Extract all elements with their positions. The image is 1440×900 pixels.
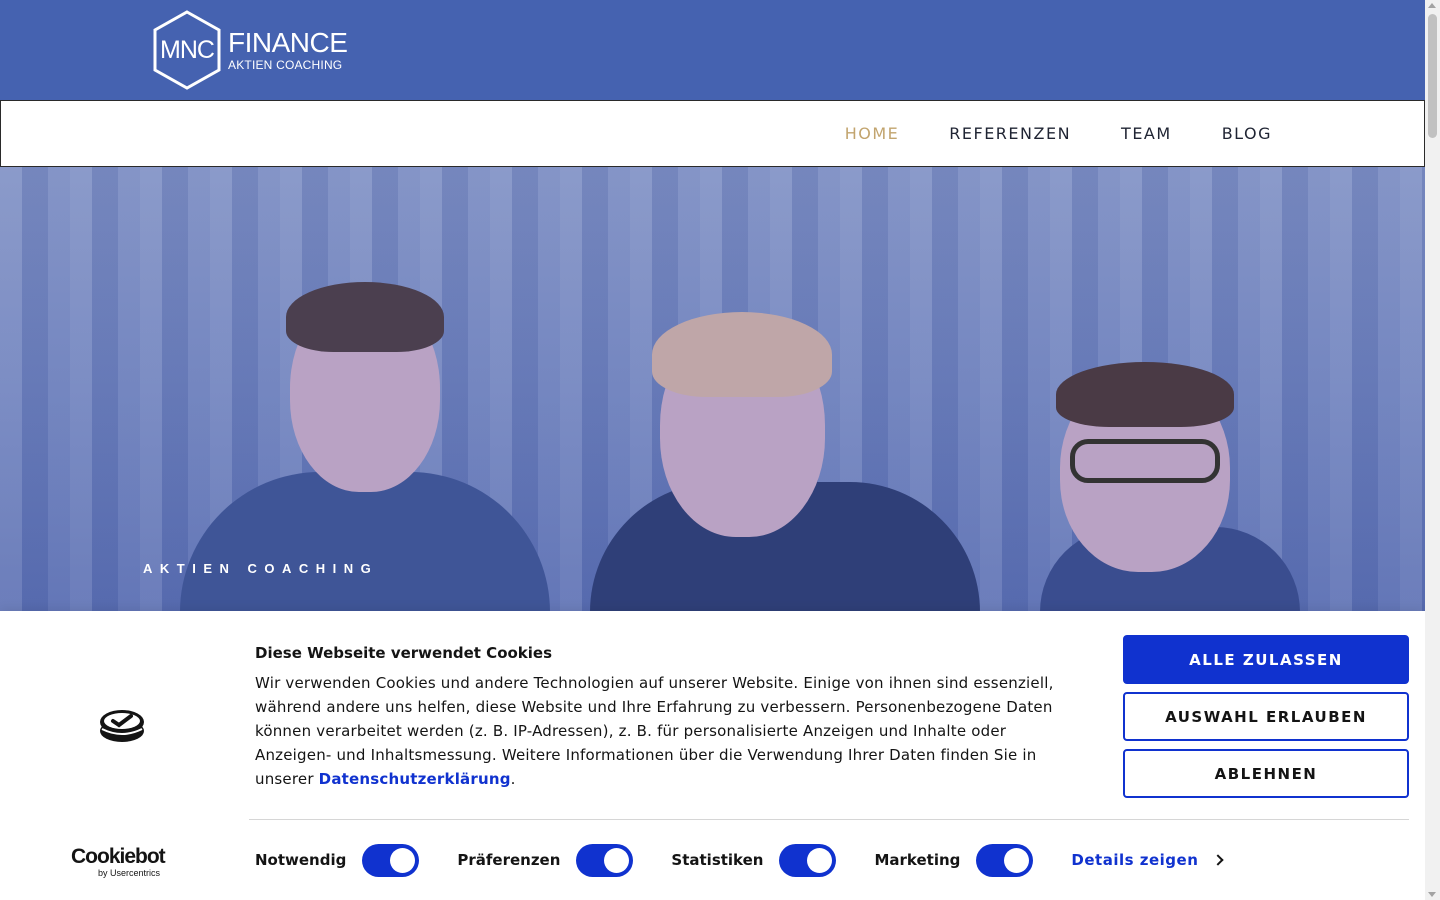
cookie-description-period: . bbox=[510, 770, 516, 788]
toggle-knob bbox=[604, 847, 630, 873]
deny-button[interactable]: ABLEHNEN bbox=[1123, 749, 1409, 798]
cookiebot-brand: Cookiebot bbox=[71, 845, 166, 868]
toggle-switch-statistiken[interactable] bbox=[779, 843, 837, 877]
details-toggle-button[interactable]: Details zeigen bbox=[1071, 851, 1225, 869]
toggle-label-praeferenzen: Präferenzen bbox=[457, 851, 561, 869]
page-scrollbar[interactable] bbox=[1425, 0, 1440, 900]
toggle-group-notwendig: Notwendig bbox=[255, 843, 420, 877]
cookie-description: Wir verwenden Cookies und andere Technol… bbox=[255, 671, 1055, 791]
site-header: MNC FINANCE AKTIEN COACHING bbox=[0, 0, 1425, 100]
team-photo-person-center bbox=[590, 242, 980, 612]
nav-item-referenzen[interactable]: REFERENZEN bbox=[949, 124, 1071, 143]
toggle-switch-notwendig[interactable] bbox=[362, 843, 420, 877]
scroll-up-arrow-icon[interactable] bbox=[1428, 3, 1436, 8]
cookie-divider bbox=[249, 819, 1409, 820]
hero-banner: AKTIEN COACHING bbox=[0, 167, 1425, 612]
toggle-group-marketing: Marketing bbox=[874, 843, 1034, 877]
cookie-title: Diese Webseite verwendet Cookies bbox=[255, 644, 553, 662]
hero-tagline: AKTIEN COACHING bbox=[143, 561, 379, 576]
team-photo-person-right bbox=[1040, 322, 1300, 612]
nav-item-team[interactable]: TEAM bbox=[1121, 124, 1172, 143]
cookiebot-icon bbox=[98, 707, 146, 743]
logo-text: FINANCE AKTIEN COACHING bbox=[228, 26, 348, 72]
toggle-knob bbox=[1004, 847, 1030, 873]
toggle-switch-praeferenzen[interactable] bbox=[576, 843, 634, 877]
team-photo-person-left bbox=[180, 222, 550, 612]
toggle-label-marketing: Marketing bbox=[874, 851, 961, 869]
toggle-label-statistiken: Statistiken bbox=[671, 851, 764, 869]
nav-item-blog[interactable]: BLOG bbox=[1222, 124, 1272, 143]
hexagon-logo-icon: MNC bbox=[152, 10, 222, 90]
site-logo[interactable]: MNC FINANCE AKTIEN COACHING bbox=[152, 10, 348, 90]
toggle-knob bbox=[807, 847, 833, 873]
scrollbar-thumb[interactable] bbox=[1428, 14, 1437, 138]
allow-all-button[interactable]: ALLE ZULASSEN bbox=[1123, 635, 1409, 684]
cookie-consent-banner: Diese Webseite verwendet Cookies Wir ver… bbox=[0, 611, 1425, 900]
cookie-actions: ALLE ZULASSEN AUSWAHL ERLAUBEN ABLEHNEN bbox=[1123, 635, 1409, 806]
privacy-policy-link[interactable]: Datenschutzerklärung bbox=[319, 770, 511, 788]
details-label: Details zeigen bbox=[1071, 851, 1199, 869]
toggle-group-statistiken: Statistiken bbox=[671, 843, 837, 877]
toggle-knob bbox=[390, 847, 416, 873]
logo-brand: FINANCE bbox=[228, 26, 348, 58]
cookie-category-toggles: Notwendig Präferenzen Statistiken Market… bbox=[255, 843, 1225, 877]
toggle-switch-marketing[interactable] bbox=[976, 843, 1034, 877]
toggle-group-praeferenzen: Präferenzen bbox=[457, 843, 634, 877]
main-navigation: HOME REFERENZEN TEAM BLOG bbox=[0, 100, 1425, 167]
glasses-icon bbox=[1070, 439, 1220, 483]
cookiebot-brand-sub: by Usercentrics bbox=[98, 868, 161, 878]
nav-menu: HOME REFERENZEN TEAM BLOG bbox=[845, 101, 1272, 166]
nav-item-home[interactable]: HOME bbox=[845, 124, 900, 143]
scroll-down-arrow-icon[interactable] bbox=[1428, 892, 1436, 897]
logo-subtitle: AKTIEN COACHING bbox=[228, 57, 343, 72]
cookiebot-logo[interactable]: Cookiebot by Usercentrics bbox=[71, 845, 166, 879]
allow-selection-button[interactable]: AUSWAHL ERLAUBEN bbox=[1123, 692, 1409, 741]
chevron-right-icon bbox=[1212, 854, 1225, 866]
toggle-label-notwendig: Notwendig bbox=[255, 851, 347, 869]
logo-mark: MNC bbox=[160, 35, 215, 64]
